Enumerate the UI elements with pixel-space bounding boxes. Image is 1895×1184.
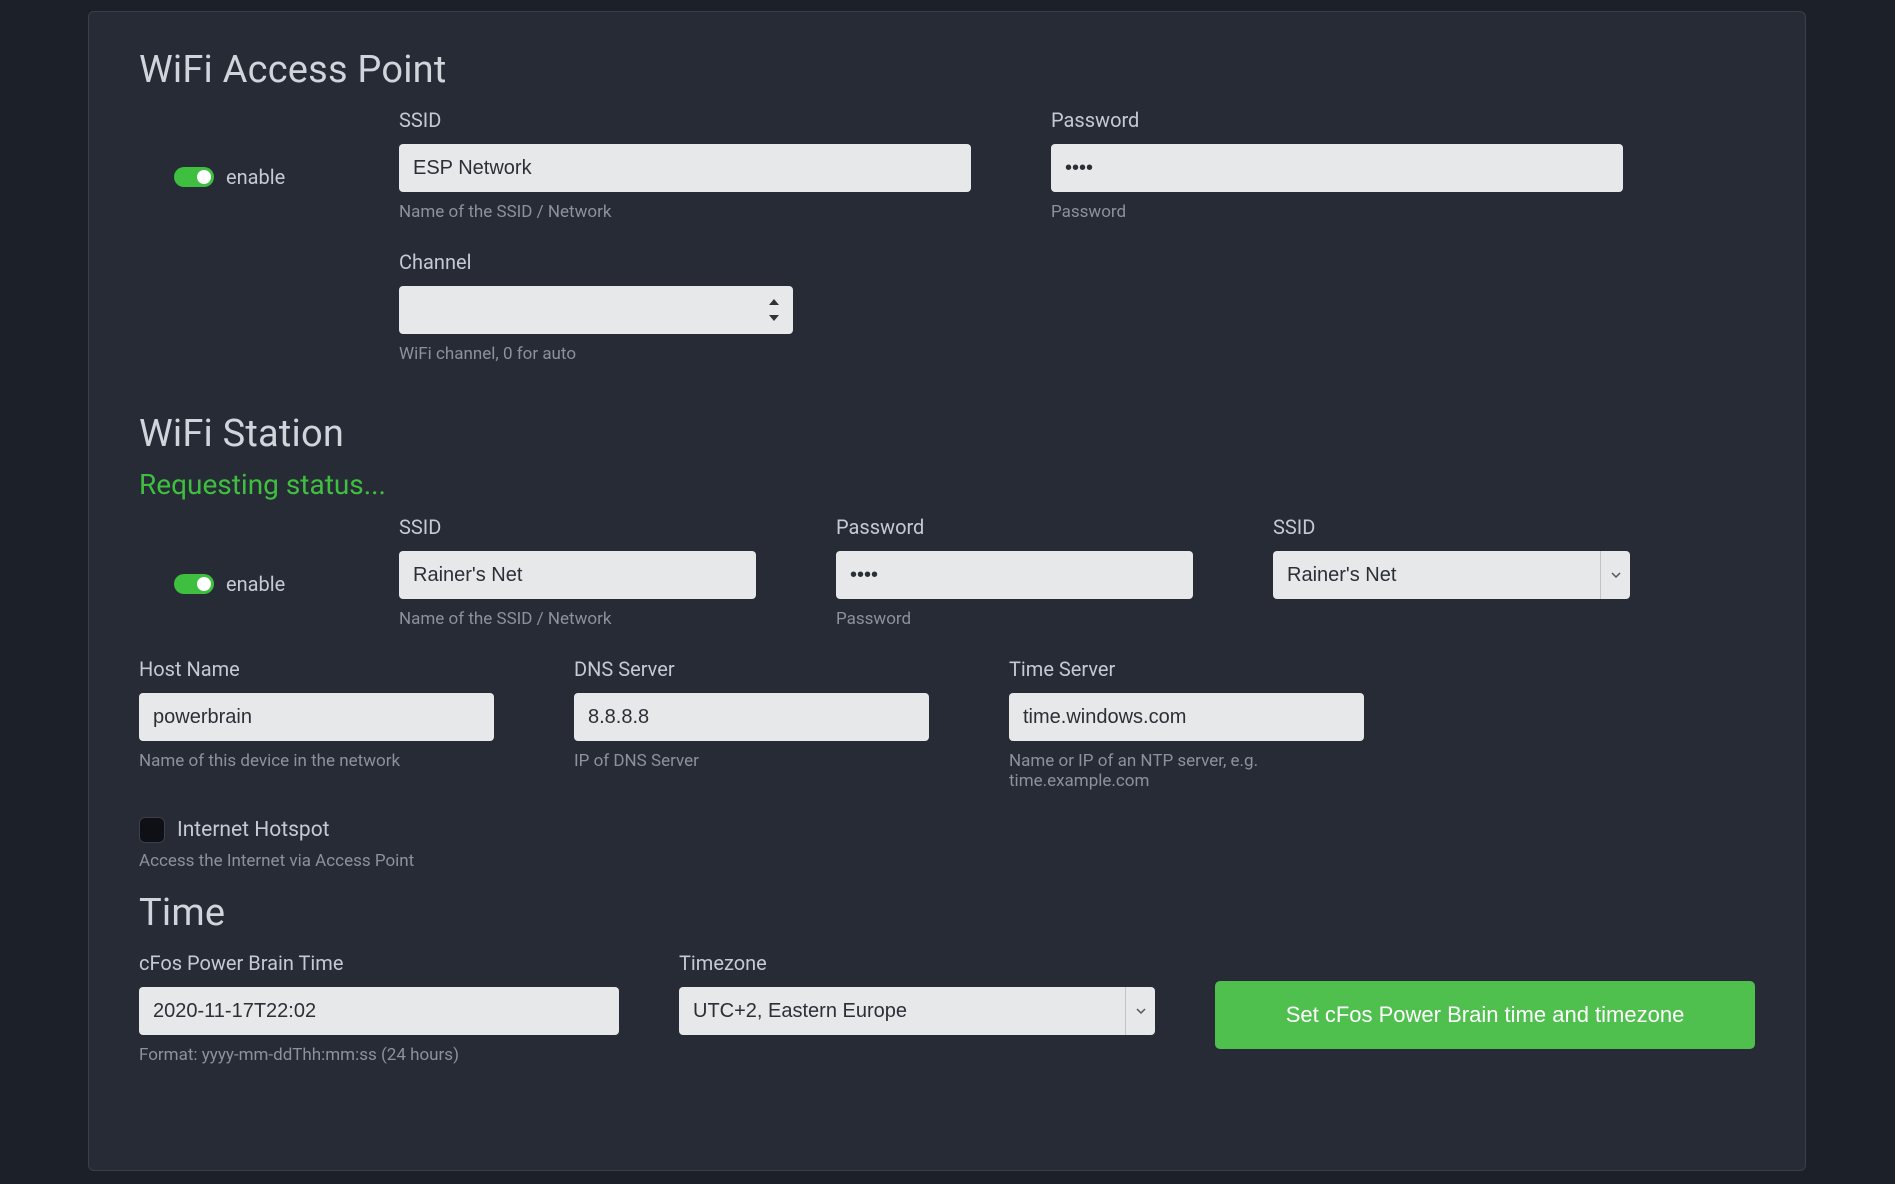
station-ssid-input[interactable] (399, 551, 756, 599)
station-ssid-help: Name of the SSID / Network (399, 609, 756, 629)
ap-enable-label: enable (226, 165, 285, 189)
timeserver-label: Time Server (1009, 657, 1364, 681)
hotspot-label: Internet Hotspot (177, 818, 330, 842)
clock-input[interactable] (139, 987, 619, 1035)
hotspot-checkbox[interactable] (139, 817, 165, 843)
ap-password-label: Password (1051, 108, 1623, 132)
dns-input[interactable] (574, 693, 929, 741)
station-status: Requesting status... (139, 468, 1755, 501)
station-ssid-select[interactable]: Rainer's Net (1273, 551, 1630, 599)
ap-password-help: Password (1051, 202, 1623, 222)
station-enable-toggle[interactable] (174, 574, 214, 594)
station-password-input[interactable] (836, 551, 1193, 599)
ap-section-title: WiFi Access Point (139, 48, 1755, 92)
ap-ssid-input[interactable] (399, 144, 971, 192)
dns-label: DNS Server (574, 657, 929, 681)
station-password-label: Password (836, 515, 1193, 539)
ap-channel-help: WiFi channel, 0 for auto (399, 344, 793, 364)
tz-select[interactable]: UTC+2, Eastern Europe (679, 987, 1155, 1035)
timeserver-help: Name or IP of an NTP server, e.g. time.e… (1009, 751, 1364, 791)
dns-help: IP of DNS Server (574, 751, 929, 771)
hotspot-help: Access the Internet via Access Point (139, 851, 1755, 871)
station-section-title: WiFi Station (139, 412, 1755, 456)
set-time-button[interactable]: Set cFos Power Brain time and timezone (1215, 981, 1755, 1049)
clock-label: cFos Power Brain Time (139, 951, 619, 975)
host-help: Name of this device in the network (139, 751, 494, 771)
ap-ssid-label: SSID (399, 108, 971, 132)
station-ssid-label: SSID (399, 515, 756, 539)
ap-enable-toggle[interactable] (174, 167, 214, 187)
clock-help: Format: yyyy-mm-ddThh:mm:ss (24 hours) (139, 1045, 619, 1065)
tz-label: Timezone (679, 951, 1155, 975)
time-section-title: Time (139, 891, 1755, 935)
ap-password-input[interactable] (1051, 144, 1623, 192)
ap-channel-input[interactable] (399, 286, 793, 334)
timeserver-input[interactable] (1009, 693, 1364, 741)
station-ssid-select-label: SSID (1273, 515, 1630, 539)
station-enable-label: enable (226, 572, 285, 596)
station-password-help: Password (836, 609, 1193, 629)
host-input[interactable] (139, 693, 494, 741)
ap-ssid-help: Name of the SSID / Network (399, 202, 971, 222)
config-card: WiFi Access Point enable SSID Name of th… (88, 11, 1806, 1171)
host-label: Host Name (139, 657, 494, 681)
ap-channel-label: Channel (399, 250, 793, 274)
